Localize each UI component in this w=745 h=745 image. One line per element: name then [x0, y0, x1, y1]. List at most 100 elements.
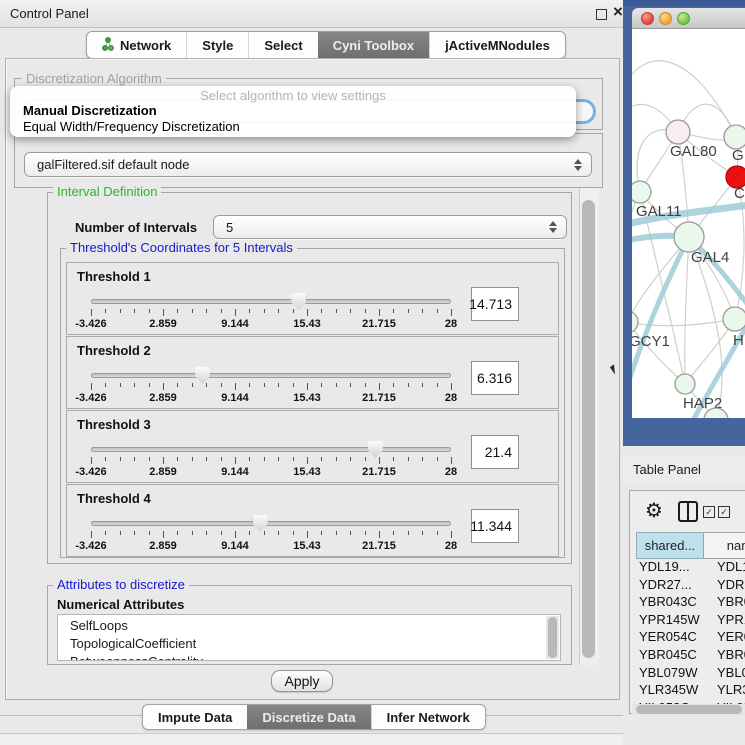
- num-intervals-combobox[interactable]: 5: [213, 215, 567, 239]
- tick-mark: [235, 309, 236, 316]
- tick-mark: [221, 309, 222, 313]
- table-row[interactable]: YDR27...YDR27: [636, 577, 745, 595]
- apply-button[interactable]: Apply: [271, 670, 333, 692]
- table-row[interactable]: YBR045CYBR04: [636, 647, 745, 665]
- tick-mark: [91, 531, 92, 538]
- tick-mark: [307, 383, 308, 390]
- network-node[interactable]: [666, 120, 690, 144]
- network-node[interactable]: [632, 181, 651, 203]
- checkbox-icon[interactable]: ✓: [718, 506, 730, 518]
- tab-discretize-data[interactable]: Discretize Data: [247, 705, 370, 729]
- threshold-value-field[interactable]: 21.4: [471, 435, 519, 469]
- table-row[interactable]: YBL079WYBL07: [636, 665, 745, 683]
- threshold-slider-track[interactable]: [91, 447, 451, 452]
- close-window-icon[interactable]: [641, 12, 654, 25]
- tick-mark: [278, 531, 279, 535]
- table-row[interactable]: YDL19...YDL19: [636, 559, 745, 577]
- tick-mark: [134, 383, 135, 387]
- threshold-slider-thumb[interactable]: [253, 515, 268, 532]
- main-scrollbar-thumb[interactable]: [582, 200, 595, 658]
- split-columns-icon[interactable]: [678, 501, 698, 522]
- tick-mark: [249, 457, 250, 461]
- threshold-box: Threshold 4-3.4262.8599.14415.4321.71528…: [66, 484, 559, 557]
- threshold-value-field[interactable]: 14.713: [471, 287, 519, 321]
- tab-style[interactable]: Style: [186, 32, 248, 58]
- table-row[interactable]: YER054CYER05: [636, 629, 745, 647]
- table-data-combobox[interactable]: galFiltered.sif default node: [24, 152, 592, 177]
- tick-mark: [177, 531, 178, 535]
- threshold-value-field[interactable]: 6.316: [471, 361, 519, 395]
- tick-mark: [120, 383, 121, 387]
- threshold-box: Threshold 2-3.4262.8599.14415.4321.71528…: [66, 336, 559, 409]
- cell-shared-name: YLR345W: [639, 682, 698, 697]
- attribute-list-item[interactable]: BetweennessCentrality: [58, 653, 560, 661]
- tick-mark: [293, 457, 294, 461]
- column-header-shared-name[interactable]: shared...: [636, 532, 704, 559]
- tick-mark: [336, 383, 337, 387]
- network-node[interactable]: [724, 125, 745, 149]
- close-panel-icon[interactable]: ×: [613, 2, 623, 22]
- discretization-algorithm-title: Discretization Algorithm: [22, 72, 166, 85]
- network-node[interactable]: [674, 222, 704, 252]
- tick-label: 9.144: [221, 466, 249, 478]
- tick-mark: [235, 383, 236, 390]
- threshold-value-field[interactable]: 11.344: [471, 509, 519, 543]
- threshold-slider-track[interactable]: [91, 299, 451, 304]
- table-horizontal-scrollbar[interactable]: [632, 704, 745, 715]
- attribute-list-item[interactable]: SelfLoops: [58, 617, 560, 635]
- tab-cyni-toolbox[interactable]: Cyni Toolbox: [318, 32, 429, 58]
- tick-mark: [293, 531, 294, 535]
- network-node[interactable]: [723, 307, 745, 331]
- tick-label: 21.715: [362, 392, 396, 404]
- network-node-label: GAL4: [691, 249, 729, 266]
- attributes-list[interactable]: SelfLoopsTopologicalCoefficientBetweenne…: [57, 614, 561, 661]
- table-row[interactable]: YPR145WYPR14: [636, 612, 745, 630]
- table-row[interactable]: YLR345WYLR34: [636, 682, 745, 700]
- column-header-name[interactable]: name: [703, 532, 745, 559]
- threshold-slider-track[interactable]: [91, 521, 451, 526]
- network-node[interactable]: [632, 311, 638, 333]
- network-node[interactable]: [675, 374, 695, 394]
- attributes-list-scrollbar[interactable]: [546, 616, 559, 659]
- threshold-slider-thumb[interactable]: [368, 441, 383, 458]
- tick-label: -3.426: [75, 466, 106, 478]
- tab-label: Infer Network: [387, 710, 470, 725]
- tab-impute-data[interactable]: Impute Data: [143, 705, 247, 729]
- tick-mark: [393, 457, 394, 461]
- tick-label: 28: [445, 466, 457, 478]
- zoom-window-icon[interactable]: [677, 12, 690, 25]
- cell-name: YDL19: [717, 559, 745, 574]
- attributes-title: Attributes to discretize: [53, 578, 189, 591]
- tab-select[interactable]: Select: [248, 32, 317, 58]
- table-row[interactable]: YBR043CYBR04: [636, 594, 745, 612]
- dropdown-option[interactable]: Equal Width/Frequency Discretization: [23, 119, 568, 135]
- network-node-label: H: [733, 332, 744, 349]
- threshold-slider-track[interactable]: [91, 373, 451, 378]
- float-panel-icon[interactable]: [596, 9, 607, 20]
- tab-label: Discretize Data: [262, 710, 355, 725]
- checkbox-icon[interactable]: ✓: [703, 506, 715, 518]
- panel-title: Control Panel: [10, 6, 89, 21]
- tick-mark: [350, 531, 351, 535]
- minimize-window-icon[interactable]: [659, 12, 672, 25]
- tick-mark: [451, 457, 452, 464]
- tick-mark: [163, 531, 164, 538]
- tick-label: 21.715: [362, 466, 396, 478]
- tick-label: 28: [445, 318, 457, 330]
- network-canvas[interactable]: GAL80GCGAL11GAL4GCY1HHAP2: [632, 29, 745, 418]
- tab-jactivemnodules[interactable]: jActiveMNodules: [429, 32, 565, 58]
- tick-mark: [264, 383, 265, 387]
- threshold-label: Threshold 3: [77, 417, 151, 432]
- tick-mark: [321, 383, 322, 387]
- tick-mark: [422, 309, 423, 313]
- gear-icon[interactable]: ⚙: [645, 498, 663, 523]
- tick-mark: [149, 457, 150, 461]
- threshold-slider-thumb[interactable]: [195, 367, 210, 384]
- attribute-list-item[interactable]: TopologicalCoefficient: [58, 635, 560, 653]
- tab-infer-network[interactable]: Infer Network: [371, 705, 485, 729]
- tick-mark: [437, 531, 438, 535]
- tick-mark: [177, 457, 178, 461]
- threshold-slider-thumb[interactable]: [291, 293, 306, 310]
- dropdown-option[interactable]: Manual Discretization: [23, 103, 568, 119]
- tab-network[interactable]: Network: [87, 32, 186, 58]
